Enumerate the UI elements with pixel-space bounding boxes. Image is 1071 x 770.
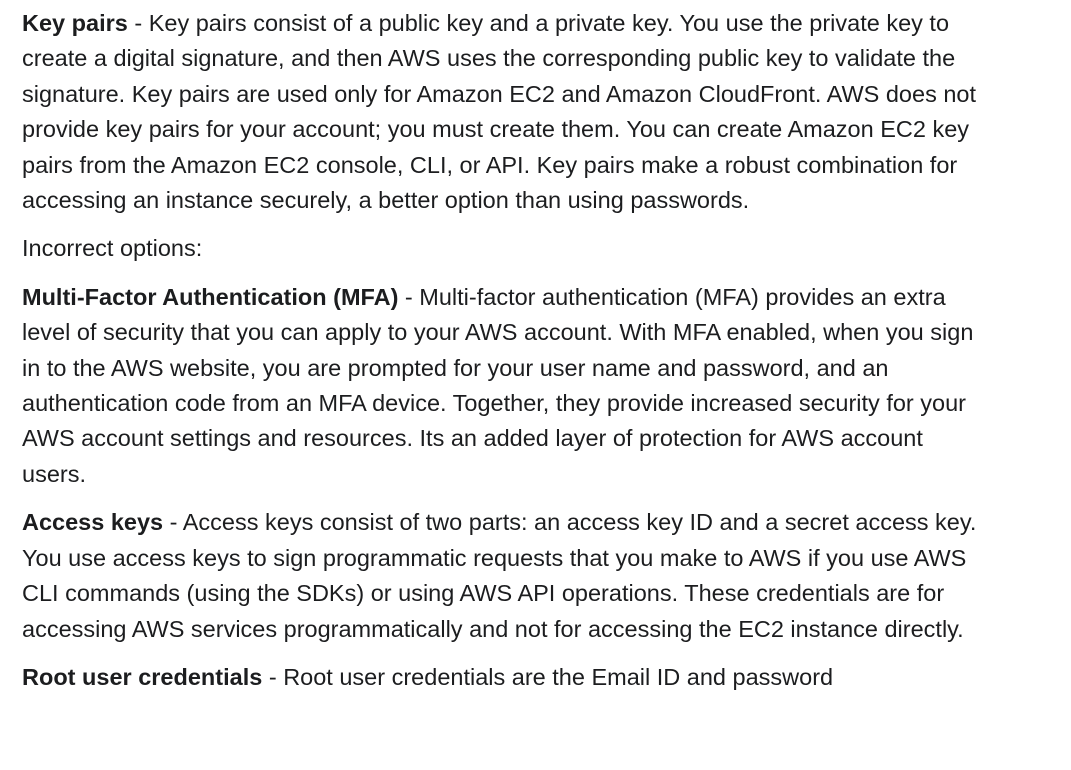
root-user-paragraph: Root user credentials - Root user creden…	[22, 660, 982, 695]
key-pairs-separator: -	[127, 10, 149, 36]
mfa-description: Multi-factor authentication (MFA) provid…	[22, 283, 974, 487]
key-pairs-description: Key pairs consist of a public key and a …	[22, 10, 977, 214]
incorrect-options-heading: Incorrect options:	[22, 235, 203, 262]
key-pairs-term: Key pairs	[22, 10, 128, 36]
root-user-description: Root user credentials are the Email ID a…	[283, 663, 834, 690]
access-keys-paragraph: Access keys - Access keys consist of two…	[22, 505, 982, 647]
mfa-term: Multi-Factor Authentication (MFA)	[22, 283, 399, 310]
access-keys-separator: -	[163, 509, 183, 536]
explanation-content: Key pairs - Key pairs consist of a publi…	[22, 6, 982, 708]
mfa-separator: -	[398, 283, 420, 310]
key-pairs-paragraph: Key pairs - Key pairs consist of a publi…	[22, 6, 982, 218]
mfa-paragraph: Multi-Factor Authentication (MFA) - Mult…	[22, 280, 982, 492]
root-user-separator: -	[262, 663, 284, 690]
root-user-term: Root user credentials	[22, 663, 263, 690]
access-keys-term: Access keys	[22, 509, 164, 536]
